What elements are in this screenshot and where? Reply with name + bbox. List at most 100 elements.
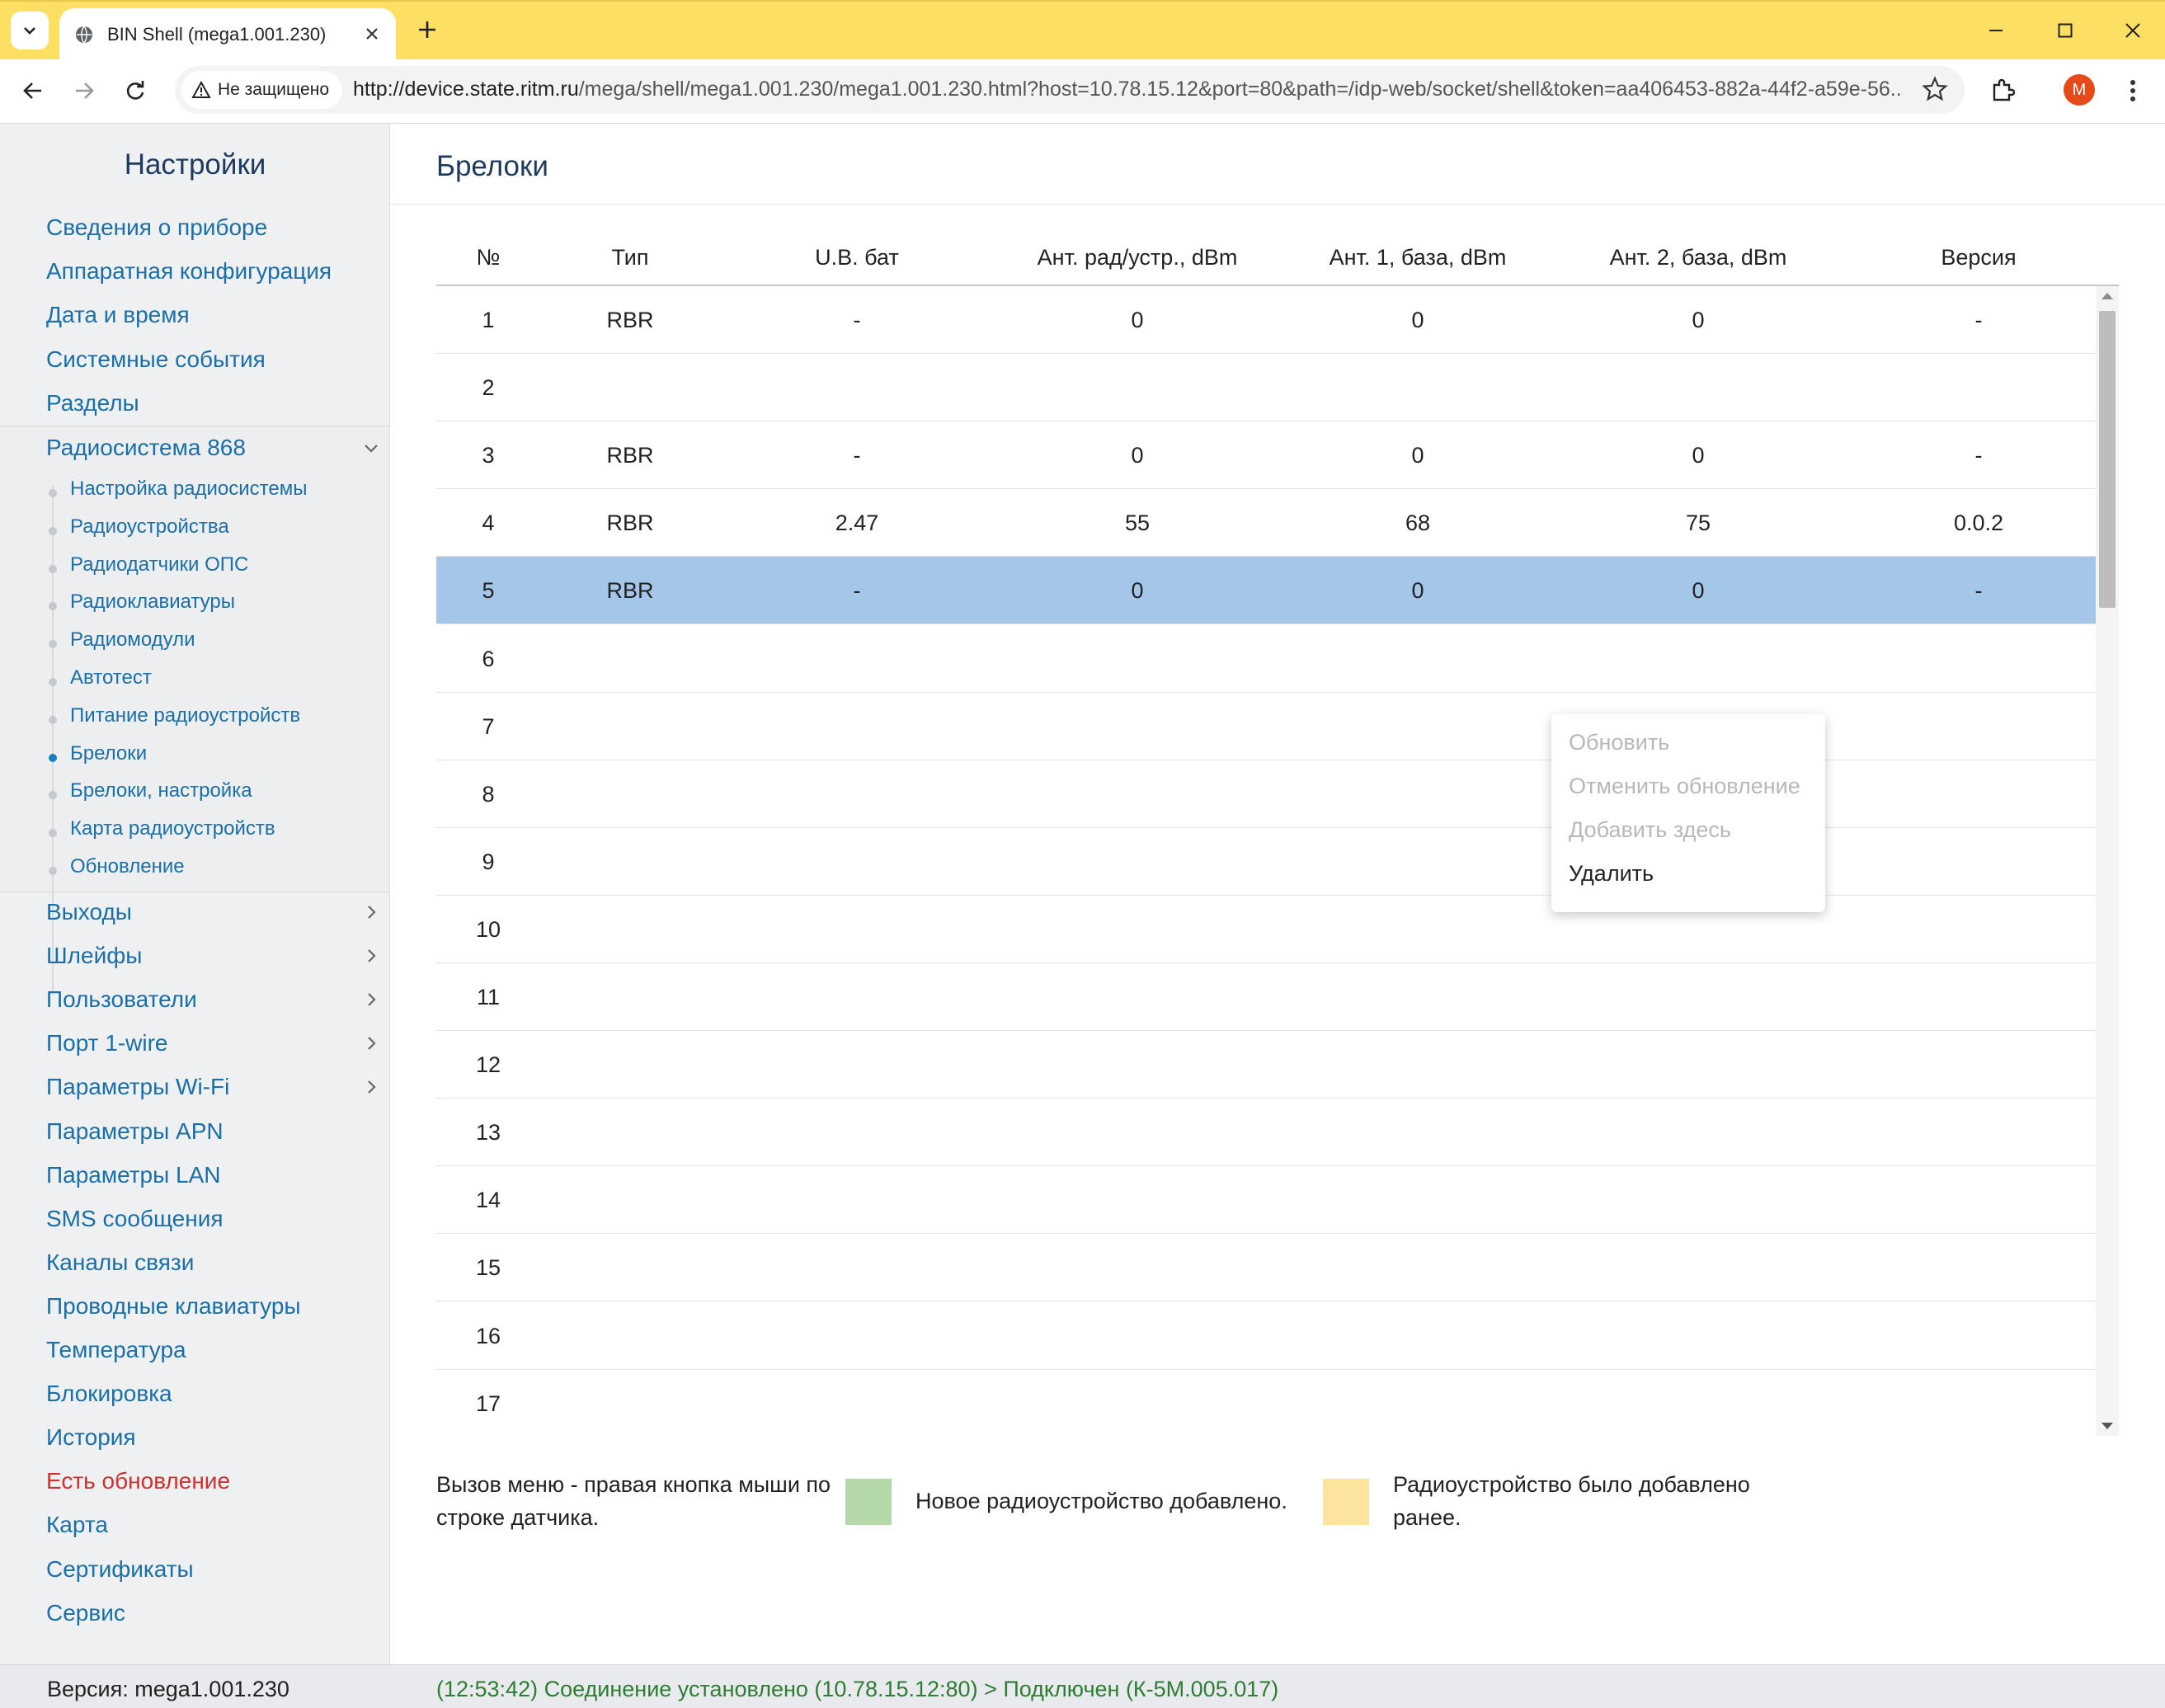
sidebar-item[interactable]: Параметры APN xyxy=(46,1118,224,1145)
back-button[interactable] xyxy=(13,71,53,111)
chevron-down-icon[interactable] xyxy=(361,438,381,458)
sidebar-subitem[interactable]: Радиодатчики ОПС xyxy=(70,553,248,576)
sidebar-subitem[interactable]: Обновление xyxy=(70,855,185,878)
reload-icon xyxy=(126,81,144,100)
sidebar-item-partitions[interactable]: Разделы xyxy=(46,390,139,416)
sidebar-item[interactable]: Порт 1-wire xyxy=(46,1030,168,1056)
sidebar-item[interactable]: Температура xyxy=(46,1337,186,1363)
context-menu-update[interactable]: Обновить xyxy=(1551,722,1825,766)
context-menu-cancel-update[interactable]: Отменить обновление xyxy=(1551,766,1825,810)
sidebar-item[interactable]: Блокировка xyxy=(46,1381,172,1407)
table-cell: 6 xyxy=(482,646,495,671)
new-tab-button[interactable] xyxy=(409,12,445,48)
site-security-chip[interactable]: Не защищено xyxy=(181,71,342,109)
sidebar-item[interactable]: Проводные клавиатуры xyxy=(46,1293,301,1320)
sidebar-item-date-time[interactable]: Дата и время xyxy=(46,302,190,328)
chevron-right-icon[interactable] xyxy=(361,1033,381,1053)
sidebar-subitem[interactable]: Автотест xyxy=(70,666,152,689)
sidebar-item[interactable]: Сертификаты xyxy=(46,1556,194,1583)
minimize-button[interactable] xyxy=(1971,10,2021,51)
chevron-right-icon[interactable] xyxy=(361,946,381,966)
table-row[interactable]: 16 xyxy=(436,1302,2096,1370)
table-row[interactable]: 3 RBR - 0 0 0 - xyxy=(436,421,2096,490)
scroll-down-arrow-icon[interactable] xyxy=(2101,1423,2113,1429)
chevron-right-icon[interactable] xyxy=(361,1077,381,1097)
sidebar-subitem[interactable]: Брелоки xyxy=(70,742,147,765)
maximize-icon xyxy=(2058,23,2073,38)
context-menu-delete[interactable]: Удалить xyxy=(1551,854,1825,897)
table-cell: 0.0.2 xyxy=(1953,511,2004,536)
sidebar-item[interactable]: Шлейфы xyxy=(46,943,142,969)
chevron-right-icon[interactable] xyxy=(361,902,381,922)
table-cell: 3 xyxy=(482,443,495,468)
table-row[interactable]: 9 xyxy=(436,828,2096,896)
extensions-button[interactable] xyxy=(1983,71,2022,111)
table-row[interactable]: 6 xyxy=(436,625,2096,693)
table-row[interactable]: 1 RBR - 0 0 0 - xyxy=(436,286,2096,354)
bookmark-button[interactable] xyxy=(1922,76,1948,106)
plus-icon xyxy=(419,21,435,38)
sidebar-item[interactable]: История xyxy=(46,1424,136,1451)
close-icon xyxy=(366,28,378,40)
table-cell: 68 xyxy=(1405,511,1431,536)
sidebar-subitem[interactable]: Настройка радиосистемы xyxy=(70,478,308,501)
table-row[interactable]: 5 RBR - 0 0 0 - xyxy=(436,557,2096,625)
chevron-down-icon xyxy=(24,27,35,35)
scrollbar-thumb[interactable] xyxy=(2099,311,2116,608)
maximize-button[interactable] xyxy=(2040,10,2090,51)
sidebar-subitem[interactable]: Радиоклавиатуры xyxy=(70,591,235,614)
table-row[interactable]: 14 xyxy=(436,1166,2096,1235)
column-header-battery: U.В. бат xyxy=(815,245,899,270)
browser-tab[interactable]: BIN Shell (mega1.001.230) xyxy=(59,8,396,61)
table-cell: 4 xyxy=(482,511,495,536)
table-row[interactable]: 11 xyxy=(436,963,2096,1031)
sidebar-item[interactable]: Сервис xyxy=(46,1600,125,1626)
profile-avatar[interactable]: M xyxy=(2064,74,2095,106)
scroll-up-arrow-icon[interactable] xyxy=(2101,293,2113,299)
table-header: № Тип U.В. бат Ант. рад/устр., dBm Ант. … xyxy=(436,235,2119,286)
context-menu-add-here[interactable]: Добавить здесь xyxy=(1551,810,1825,854)
table-cell: 12 xyxy=(475,1052,501,1078)
legend-swatch-old xyxy=(1323,1479,1369,1525)
address-bar[interactable]: Не защищено http://device.state.ritm.ru/… xyxy=(175,66,1965,114)
table-row[interactable]: 13 xyxy=(436,1099,2096,1167)
sidebar-subitem[interactable]: Радиоустройства xyxy=(70,515,229,539)
table-row[interactable]: 10 xyxy=(436,896,2096,963)
sidebar-subitem[interactable]: Радиомодули xyxy=(70,628,195,652)
table-row[interactable]: 17 xyxy=(436,1370,2096,1436)
browser-menu-button[interactable] xyxy=(2116,71,2149,111)
sidebar-subitem[interactable]: Питание радиоустройств xyxy=(70,704,300,727)
reload-button[interactable] xyxy=(115,71,155,111)
sidebar-item[interactable]: Каналы связи xyxy=(46,1249,194,1276)
sidebar-item[interactable]: Карта xyxy=(46,1512,108,1538)
tab-search-button[interactable] xyxy=(11,12,49,49)
sidebar-subitem[interactable]: Брелоки, настройка xyxy=(70,779,252,802)
table-cell: 17 xyxy=(475,1390,501,1416)
sidebar-item[interactable]: Выходы xyxy=(46,899,132,925)
table-cell: 11 xyxy=(476,985,501,1009)
table-row[interactable]: 12 xyxy=(436,1031,2096,1099)
sidebar-item[interactable]: Параметры LAN xyxy=(46,1162,221,1188)
window-close-button[interactable] xyxy=(2108,10,2158,51)
close-tab-button[interactable] xyxy=(360,21,384,46)
sidebar-item[interactable]: Есть обновление xyxy=(46,1468,230,1494)
sidebar-item-device-info[interactable]: Сведения о приборе xyxy=(46,214,267,241)
table-row[interactable]: 8 xyxy=(436,760,2096,828)
table-scrollbar[interactable] xyxy=(2096,286,2119,1436)
forward-button[interactable] xyxy=(64,71,104,111)
sidebar-item[interactable]: SMS сообщения xyxy=(46,1206,224,1232)
table-row[interactable]: 15 xyxy=(436,1234,2096,1302)
chevron-right-icon[interactable] xyxy=(361,990,381,1009)
table-row[interactable]: 4 RBR 2.47 55 68 75 0.0.2 xyxy=(436,489,2096,558)
table-cell: 14 xyxy=(475,1188,501,1213)
sidebar-item-radiosystem-868[interactable]: Радиосистема 868 xyxy=(46,435,246,461)
table-cell: 0 xyxy=(1411,443,1424,468)
sidebar-item[interactable]: Параметры Wi-Fi xyxy=(46,1074,229,1100)
sidebar-item-hardware-config[interactable]: Аппаратная конфигурация xyxy=(46,258,332,285)
sidebar-item-system-events[interactable]: Системные события xyxy=(46,346,266,373)
table-row[interactable]: 2 xyxy=(436,354,2096,422)
table-row[interactable]: 7 xyxy=(436,693,2096,760)
url-text[interactable]: http://device.state.ritm.ru/mega/shell/m… xyxy=(353,78,1904,101)
sidebar-item[interactable]: Пользователи xyxy=(46,986,197,1013)
sidebar-subitem[interactable]: Карта радиоустройств xyxy=(70,817,275,840)
